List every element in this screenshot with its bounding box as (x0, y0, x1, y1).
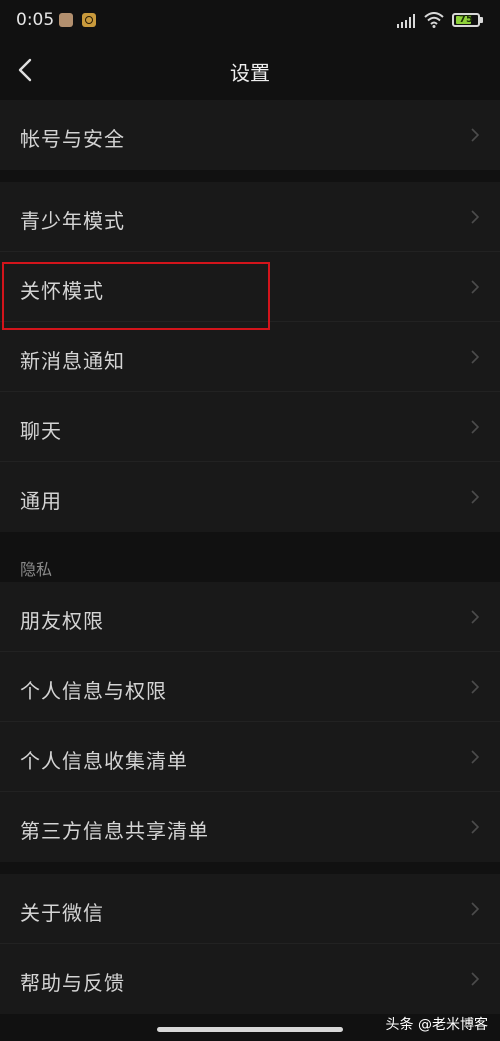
row-label: 新消息通知 (20, 349, 125, 373)
page-title: 设置 (230, 61, 270, 85)
row-label: 关怀模式 (20, 279, 104, 303)
chevron-right-icon (471, 750, 480, 764)
wifi-icon (424, 12, 444, 28)
chevron-right-icon (471, 610, 480, 624)
chevron-right-icon (471, 350, 480, 364)
chevron-right-icon (471, 972, 480, 986)
chevron-right-icon (471, 420, 480, 434)
settings-row-chat[interactable]: 聊天 (0, 392, 500, 462)
settings-row-personal-info-collection[interactable]: 个人信息收集清单 (0, 722, 500, 792)
row-label: 帮助与反馈 (20, 971, 125, 995)
settings-row-personal-info-permissions[interactable]: 个人信息与权限 (0, 652, 500, 722)
row-label: 帐号与安全 (20, 127, 125, 151)
settings-group-account: 帐号与安全 (0, 100, 500, 170)
home-indicator[interactable] (157, 1027, 343, 1032)
row-label: 通用 (20, 489, 62, 513)
watermark: 头条 @老米博客 (385, 1017, 488, 1033)
battery-level-text: 75 (459, 14, 473, 25)
section-label: 隐私 (20, 560, 53, 579)
settings-row-care-mode[interactable]: 关怀模式 (0, 252, 500, 322)
row-label: 聊天 (20, 419, 62, 443)
chevron-right-icon (471, 490, 480, 504)
chevron-right-icon (471, 128, 480, 142)
row-label: 关于微信 (20, 901, 104, 925)
settings-row-notifications[interactable]: 新消息通知 (0, 322, 500, 392)
group-gap (0, 170, 500, 182)
section-header-privacy: 隐私 (0, 532, 500, 582)
settings-row-general[interactable]: 通用 (0, 462, 500, 532)
chevron-right-icon (471, 210, 480, 224)
group-gap (0, 862, 500, 874)
settings-group-about: 关于微信 帮助与反馈 (0, 874, 500, 1014)
chevron-right-icon (471, 902, 480, 916)
status-bar: 0:05 75 (0, 0, 500, 42)
row-label: 个人信息与权限 (20, 679, 167, 703)
settings-row-about-wechat[interactable]: 关于微信 (0, 874, 500, 944)
battery-cap (480, 17, 483, 23)
row-label: 个人信息收集清单 (20, 749, 188, 773)
battery-icon: 75 (452, 13, 480, 27)
signal-icon (397, 14, 415, 28)
nav-bar: 设置 (0, 42, 500, 100)
chevron-right-icon (471, 280, 480, 294)
settings-list: 帐号与安全 青少年模式 关怀模式 新消息通知 聊天 通用 隐私 朋友权限 个人信… (0, 100, 500, 1014)
chevron-right-icon (471, 680, 480, 694)
row-label: 第三方信息共享清单 (20, 819, 209, 843)
message-app-icon (59, 13, 73, 27)
row-label: 青少年模式 (20, 209, 125, 233)
settings-row-friend-permissions[interactable]: 朋友权限 (0, 582, 500, 652)
settings-group-privacy: 朋友权限 个人信息与权限 个人信息收集清单 第三方信息共享清单 (0, 582, 500, 862)
settings-group-general: 青少年模式 关怀模式 新消息通知 聊天 通用 (0, 182, 500, 532)
chevron-right-icon (471, 820, 480, 834)
settings-row-account-security[interactable]: 帐号与安全 (0, 100, 500, 170)
camera-app-icon (82, 13, 96, 27)
status-time: 0:05 (16, 10, 55, 30)
settings-row-teen-mode[interactable]: 青少年模式 (0, 182, 500, 252)
settings-row-third-party-sharing[interactable]: 第三方信息共享清单 (0, 792, 500, 862)
settings-row-help-feedback[interactable]: 帮助与反馈 (0, 944, 500, 1014)
row-label: 朋友权限 (20, 609, 104, 633)
